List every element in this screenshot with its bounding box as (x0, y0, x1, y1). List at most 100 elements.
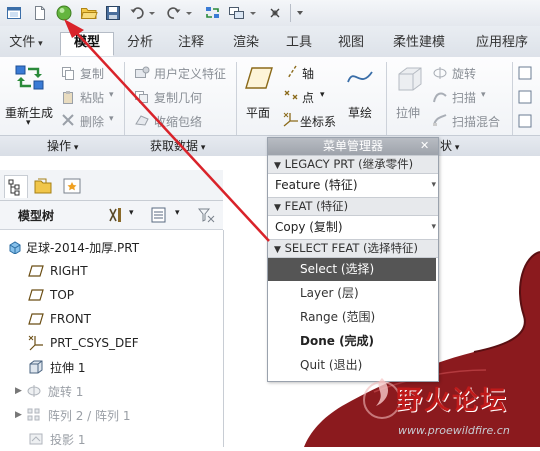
tree-filter-icon[interactable] (196, 206, 216, 227)
copy-geometry-icon (134, 90, 150, 107)
regenerate-green-icon[interactable] (54, 3, 74, 23)
revolve-icon (432, 66, 448, 83)
extrude-button[interactable]: 拉伸 (396, 104, 420, 121)
new-file-icon[interactable] (30, 3, 50, 23)
revolve-feature-icon (27, 385, 41, 397)
redo-dropdown-icon[interactable] (183, 3, 195, 23)
ribbon-separator (512, 62, 513, 144)
point-icon (282, 87, 300, 106)
revolve-button[interactable]: 旋转 (452, 65, 476, 82)
tree-item-pattern[interactable]: ▶ 阵列 2 / 阵列 1 (0, 403, 222, 427)
tree-item-top[interactable]: TOP (0, 283, 222, 307)
shrinkwrap-button[interactable]: 收缩包络 (154, 113, 202, 130)
sweep-button[interactable]: 扫描 (452, 89, 476, 106)
point-button[interactable]: 点 (302, 89, 314, 106)
point-dropdown-icon[interactable]: ▾ (320, 90, 325, 100)
ribbon-separator (124, 62, 125, 144)
folder-browser-tab-icon[interactable] (33, 176, 53, 199)
delete-dropdown-icon[interactable]: ▾ (109, 114, 114, 124)
engineering-icon[interactable] (517, 65, 537, 136)
pattern-feature-icon (27, 408, 40, 421)
open-folder-icon[interactable] (79, 3, 99, 23)
plane-button[interactable]: 平面 (246, 104, 270, 121)
tree-settings-icon[interactable] (107, 206, 127, 227)
tree-item-projection[interactable]: 投影 1 (0, 427, 222, 451)
close-window-icon[interactable] (265, 3, 285, 23)
tree-item-part[interactable]: 足球-2014-加厚.PRT (0, 235, 222, 259)
tab-annotate[interactable]: 注释 (171, 33, 211, 55)
copy-button[interactable]: 复制 (80, 65, 104, 82)
toolbar-separator (290, 4, 291, 22)
tree-item-extrude[interactable]: 拉伸 1 (0, 355, 222, 379)
csys-icon (282, 111, 300, 130)
model-tree-tab-icon[interactable] (4, 175, 28, 198)
menu-item-done[interactable]: Done (完成) (268, 330, 436, 353)
tree-item-front[interactable]: FRONT (0, 307, 222, 331)
tree-item-csys[interactable]: PRT_CSYS_DEF (0, 331, 222, 355)
csys-icon (28, 335, 43, 351)
axis-button[interactable]: 轴 (302, 65, 314, 82)
swept-blend-button[interactable]: 扫描混合 (452, 113, 500, 130)
menu-item-select[interactable]: Select (选择) (268, 258, 436, 281)
tree-settings-dropdown-icon[interactable]: ▾ (129, 208, 134, 218)
model-tree: 足球-2014-加厚.PRT RIGHT TOP FRONT PRT_CSYS_… (0, 230, 224, 447)
tab-analysis[interactable]: 分析 (120, 33, 160, 55)
menu-close-icon[interactable]: ✕ (420, 139, 429, 152)
tree-item-right[interactable]: RIGHT (0, 259, 222, 283)
tab-flexible-modeling[interactable]: 柔性建模 (386, 33, 452, 55)
paste-button[interactable]: 粘贴 (80, 89, 104, 106)
sweep-dropdown-icon[interactable]: ▾ (481, 90, 486, 100)
regenerate-large-icon[interactable] (14, 63, 48, 96)
part-icon (9, 241, 21, 254)
menu-item-layer[interactable]: Layer (层) (268, 282, 436, 305)
datum-plane-icon (28, 313, 44, 325)
tab-view[interactable]: 视图 (331, 33, 371, 55)
window-icon[interactable] (4, 3, 24, 23)
group-operations[interactable]: 操作 ▾ (47, 137, 78, 153)
projection-feature-icon (29, 433, 43, 445)
sketch-button[interactable]: 草绘 (348, 104, 372, 121)
undo-dropdown-icon[interactable] (146, 3, 158, 23)
save-icon[interactable] (103, 3, 123, 23)
windows-icon[interactable] (227, 3, 247, 23)
windows-dropdown-icon[interactable] (247, 3, 259, 23)
tab-file[interactable]: 文件 ▾ (6, 33, 46, 55)
regenerate-arrows-icon[interactable] (203, 3, 223, 23)
sketch-icon[interactable] (346, 64, 374, 95)
expand-arrow-icon[interactable]: ▶ (15, 410, 22, 420)
copy-geometry-button[interactable]: 复制几何 (154, 89, 202, 106)
expand-arrow-icon[interactable]: ▶ (15, 386, 22, 396)
tab-applications[interactable]: 应用程序 (466, 33, 538, 55)
quick-access-toolbar (0, 0, 540, 27)
watermark-title: 野火论坛 (396, 386, 509, 416)
tab-model[interactable]: 模型 (60, 32, 114, 56)
ribbon-separator (386, 62, 387, 144)
menu-item-quit[interactable]: Quit (退出) (268, 354, 436, 377)
undo-icon[interactable] (127, 3, 147, 23)
tree-columns-dropdown-icon[interactable]: ▾ (175, 208, 180, 218)
redo-icon[interactable] (164, 3, 184, 23)
customize-toolbar-icon[interactable] (293, 3, 307, 23)
plane-icon[interactable] (244, 64, 274, 95)
regenerate-dropdown-icon[interactable]: ▾ (26, 118, 31, 128)
user-defined-feature-button[interactable]: 用户定义特征 (154, 65, 226, 82)
tree-columns-icon[interactable] (150, 206, 168, 227)
tab-tools[interactable]: 工具 (279, 33, 319, 55)
tree-item-revolve[interactable]: ▶ 旋转 1 (0, 379, 222, 403)
feat-dropdown[interactable]: Copy (复制) ▾ (270, 217, 439, 237)
favorites-tab-icon[interactable] (62, 176, 82, 199)
legacy-prt-dropdown[interactable]: Feature (特征) ▾ (270, 175, 439, 195)
csys-button[interactable]: 坐标系 (300, 113, 336, 130)
menu-section-legacy-prt[interactable]: ▼ LEGACY PRT (继承零件) (268, 155, 438, 174)
delete-button[interactable]: 删除 (80, 113, 104, 130)
group-shapes[interactable]: 状 ▾ (440, 137, 459, 153)
menu-item-range[interactable]: Range (范围) (268, 306, 436, 329)
extrude-feature-icon (29, 360, 43, 374)
watermark-url: www.proewildfire.cn (398, 424, 510, 437)
group-get-data[interactable]: 获取数据 ▾ (150, 137, 205, 153)
menu-section-select-feat[interactable]: ▼ SELECT FEAT (选择特征) (268, 239, 438, 258)
menu-section-feat[interactable]: ▼ FEAT (特征) (268, 197, 438, 216)
tab-render[interactable]: 渲染 (226, 33, 266, 55)
paste-dropdown-icon[interactable]: ▾ (109, 90, 114, 100)
menu-manager-title: 菜单管理器 (268, 138, 438, 155)
